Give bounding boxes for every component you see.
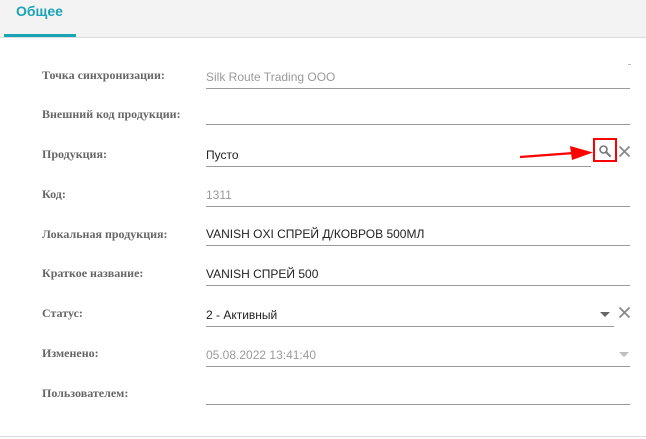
status-select[interactable]: 2 - Активный <box>206 304 614 327</box>
search-highlight-box <box>593 138 617 162</box>
product-label: Продукция: <box>42 147 107 161</box>
sync-point-value: Silk Route Trading OOO <box>206 70 336 84</box>
close-icon[interactable] <box>618 145 631 158</box>
modified-value: 05.08.2022 13:41:40 <box>206 348 317 362</box>
tab-general-label: Общее <box>16 3 63 19</box>
external-code-label: Внешний код продукции: <box>42 107 181 121</box>
sync-point-label: Точка синхронизации: <box>42 68 165 82</box>
divider <box>628 64 631 65</box>
local-product-field[interactable]: VANISH OXI СПРЕЙ Д/КОВРОВ 500МЛ <box>206 223 630 246</box>
product-value: Пусто <box>206 148 239 162</box>
status-label: Статус: <box>42 306 83 320</box>
modified-by-field <box>206 382 630 405</box>
chevron-down-icon[interactable] <box>600 312 610 317</box>
code-field: 1311 <box>206 184 630 207</box>
chevron-down-icon <box>619 352 629 357</box>
status-value: 2 - Активный <box>206 308 278 322</box>
tab-bar: Общее <box>0 0 646 38</box>
local-product-value: VANISH OXI СПРЕЙ Д/КОВРОВ 500МЛ <box>206 227 425 241</box>
divider <box>0 436 646 437</box>
short-name-label: Краткое название: <box>42 266 144 280</box>
arrow-right-icon <box>519 146 593 160</box>
sync-point-field: Silk Route Trading OOO <box>206 66 630 89</box>
tab-general[interactable]: Общее <box>4 0 76 37</box>
close-icon[interactable] <box>618 306 631 319</box>
modified-by-label: Пользователем: <box>42 386 129 400</box>
short-name-field[interactable]: VANISH СПРЕЙ 500 <box>206 263 630 286</box>
short-name-value: VANISH СПРЕЙ 500 <box>206 267 319 281</box>
local-product-label: Локальная продукция: <box>42 227 168 241</box>
code-label: Код: <box>42 187 66 201</box>
modified-label: Изменено: <box>42 346 99 360</box>
external-code-field[interactable] <box>206 102 630 125</box>
code-value: 1311 <box>206 188 232 202</box>
modified-field: 05.08.2022 13:41:40 <box>206 344 630 367</box>
